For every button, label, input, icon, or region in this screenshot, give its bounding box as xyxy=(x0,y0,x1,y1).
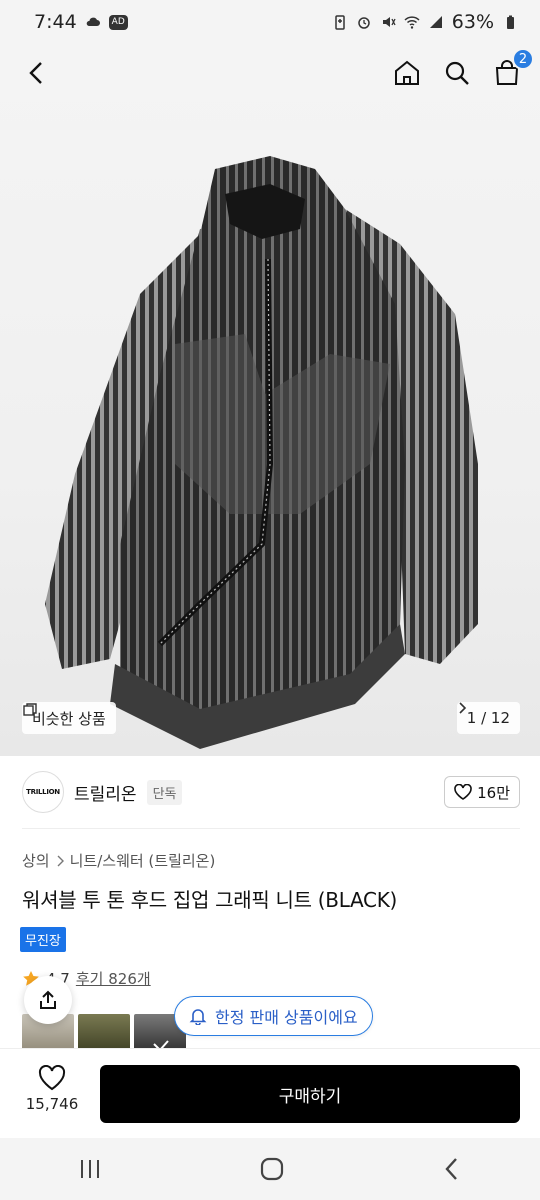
purchase-bar: 15,746 구매하기 xyxy=(0,1048,540,1138)
share-icon xyxy=(40,990,56,1009)
home-button[interactable] xyxy=(392,58,422,88)
divider xyxy=(22,828,520,829)
heart-icon xyxy=(454,784,472,800)
buy-button[interactable]: 구매하기 xyxy=(100,1065,520,1123)
product-image xyxy=(45,156,478,749)
favorite-count: 15,746 xyxy=(25,1095,79,1113)
limited-sale-text: 한정 판매 상품이에요 xyxy=(215,1008,358,1027)
brand-info[interactable]: TRILLION 트릴리온 단독 xyxy=(22,771,183,813)
share-button[interactable] xyxy=(24,976,72,1024)
search-icon xyxy=(445,61,469,85)
alarm-icon xyxy=(358,17,370,29)
favorite-button[interactable]: 15,746 xyxy=(20,1065,84,1113)
cart-count-badge: 2 xyxy=(512,48,534,70)
brand-row: TRILLION 트릴리온 단독 16만 xyxy=(22,770,520,814)
signal-icon xyxy=(429,16,442,28)
home-icon xyxy=(395,60,419,85)
cart-button[interactable]: 2 xyxy=(492,48,534,88)
system-nav-bar xyxy=(0,1138,540,1200)
battery-saver-icon xyxy=(335,15,345,30)
battery-icon xyxy=(507,15,514,29)
brand-like-count: 16만 xyxy=(477,783,510,802)
brand-like-button[interactable]: 16만 xyxy=(444,776,520,808)
review-count-link[interactable]: 후기 826개 xyxy=(76,968,151,989)
heart-icon xyxy=(38,1065,66,1091)
chevron-right-icon xyxy=(459,702,466,714)
mute-icon xyxy=(382,17,396,27)
status-bar: 7:44 AD 63% xyxy=(0,0,540,44)
limited-sale-notice: 한정 판매 상품이에요 xyxy=(174,996,373,1036)
product-title: 워셔블 투 톤 후드 집업 그래픽 니트 (BLACK) xyxy=(22,888,398,912)
wifi-icon xyxy=(404,16,420,29)
back-button[interactable] xyxy=(22,58,52,88)
back-arrow-icon xyxy=(29,62,42,84)
header-actions: 2 xyxy=(392,48,534,88)
similar-products-label: 비슷한 상품 xyxy=(32,709,106,728)
image-page-indicator[interactable]: 1 / 12 xyxy=(456,702,520,734)
copy-icon xyxy=(23,703,37,716)
ad-badge: AD xyxy=(108,14,128,30)
breadcrumb: 상의 니트/스웨터 (트릴리온) xyxy=(22,850,215,871)
cloud-icon xyxy=(86,17,100,26)
brand-name[interactable]: 트릴리온 xyxy=(74,780,137,805)
status-left: 7:44 AD xyxy=(34,11,128,33)
home-nav-icon[interactable] xyxy=(259,1156,285,1182)
recent-apps-icon[interactable] xyxy=(78,1158,102,1180)
back-nav-icon[interactable] xyxy=(442,1156,462,1182)
status-right: 63% xyxy=(332,11,518,33)
search-button[interactable] xyxy=(442,58,472,88)
brand-logo[interactable]: TRILLION xyxy=(22,771,64,813)
exclusive-tag: 단독 xyxy=(146,779,183,805)
shipping-badge: 무진장 xyxy=(20,927,66,952)
product-image-carousel[interactable]: 비슷한 상품 1 / 12 xyxy=(0,44,540,756)
breadcrumb-subcategory[interactable]: 니트/스웨터 (트릴리온) xyxy=(70,850,216,871)
status-time: 7:44 xyxy=(34,11,77,33)
battery-percent: 63% xyxy=(451,11,494,33)
page-indicator-text: 1 / 12 xyxy=(466,709,510,727)
bell-icon xyxy=(189,1009,207,1025)
breadcrumb-category[interactable]: 상의 xyxy=(22,850,50,871)
chevron-right-icon xyxy=(57,855,64,866)
top-header: 2 xyxy=(0,44,540,102)
brand-logo-text: TRILLION xyxy=(26,788,60,796)
similar-products-button[interactable]: 비슷한 상품 xyxy=(22,702,116,734)
